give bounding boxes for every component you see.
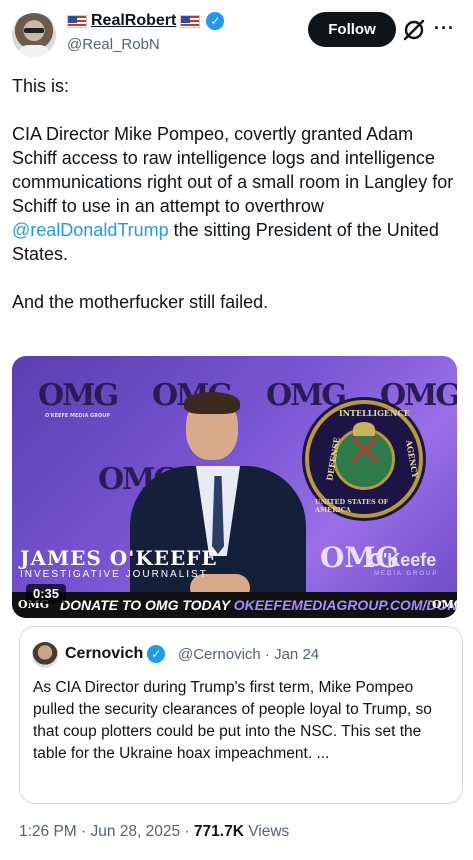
tweet-paragraph: And the motherfucker still failed. [12,292,269,312]
video-player[interactable]: OMGO'KEEFE MEDIA GROUP OMG OMG OMG OMG I… [12,356,457,618]
seal-torch [353,422,375,436]
author-handle[interactable]: @Real_RobN [67,36,160,53]
ticker-url: OKEEFEMEDIAGROUP.COM/DONATE [233,597,457,613]
mention-link[interactable]: @realDonaldTrump [12,220,169,240]
verified-badge-icon: ✓ [206,12,225,30]
dia-seal: INTELLIGENCE DEFENSE AGENCY UNITED STATE… [305,400,423,518]
seal-globe [333,428,395,490]
quote-author-name-row: Cernovich ✓ [65,645,166,663]
brand-name: O'Keefe [369,550,437,570]
omg-logo: OMG O'KEEFE MEDIA GROUP [38,378,119,419]
views-count: 771.7K [193,823,244,840]
seal-text: INTELLIGENCE [339,408,410,418]
quoted-tweet[interactable]: Cernovich ✓ @Cernovich · Jan 24 As CIA D… [19,626,463,804]
quote-meta: @Cernovich · Jan 24 [178,646,320,663]
ticker-message: DONATE TO OMG TODAY [60,597,234,613]
author-name-row[interactable]: RealRobert ✓ [67,12,225,30]
video-timestamp: 0:35 [26,584,67,603]
speaker-hair [184,392,240,414]
verified-badge-icon: ✓ [147,645,166,663]
omg-logo-caption: O'KEEFE MEDIA GROUP [44,413,110,419]
donate-ticker: OMG DONATE TO OMG TODAY OKEEFEMEDIAGROUP… [12,592,457,618]
seal-text: AGENCY [403,439,421,479]
speaker-figure [130,392,306,618]
avatar-glasses [24,28,44,33]
tweet-text-segment: CIA Director Mike Pompeo, covertly grant… [12,124,454,216]
seal-text: UNITED STATES OF AMERICA [315,498,389,514]
speaker-title: INVESTIGATIVE JOURNALIST [20,569,208,580]
ticker-text: DONATE TO OMG TODAY OKEEFEMEDIAGROUP.COM… [60,597,457,613]
tweet-paragraph: This is: [12,76,70,96]
views-label: Views [243,823,290,840]
grok-icon[interactable] [401,17,427,43]
omg-logo-text: OMG [38,378,119,413]
brand-subtitle: MEDIA GROUP [374,571,439,577]
ticker-omg-logo: OMG [432,598,457,611]
quote-text: As CIA Director during Trump's first ter… [33,679,432,762]
avatar-shirt [18,45,50,57]
tweet-body: This is: CIA Director Mike Pompeo, cover… [12,74,457,338]
quote-author-name: Cernovich [65,645,144,662]
tweet-header: RealRobert ✓ @Real_RobN Follow ··· [0,0,473,70]
follow-button[interactable]: Follow [308,12,396,47]
quote-author-avatar [32,642,58,668]
speaker-name: JAMES O'KEEFE [20,546,218,570]
author-display-name[interactable]: RealRobert [91,12,176,30]
author-avatar[interactable] [12,13,56,57]
us-flag-icon [67,14,87,28]
more-options-icon[interactable]: ··· [434,18,455,39]
tweet-footer: 1:26 PM · Jun 28, 2025 · 771.7K Views [19,823,289,841]
us-flag-icon [180,14,201,28]
tweet-paragraph: CIA Director Mike Pompeo, covertly grant… [12,122,457,266]
tweet-timestamp[interactable]: 1:26 PM · Jun 28, 2025 · [19,823,194,840]
